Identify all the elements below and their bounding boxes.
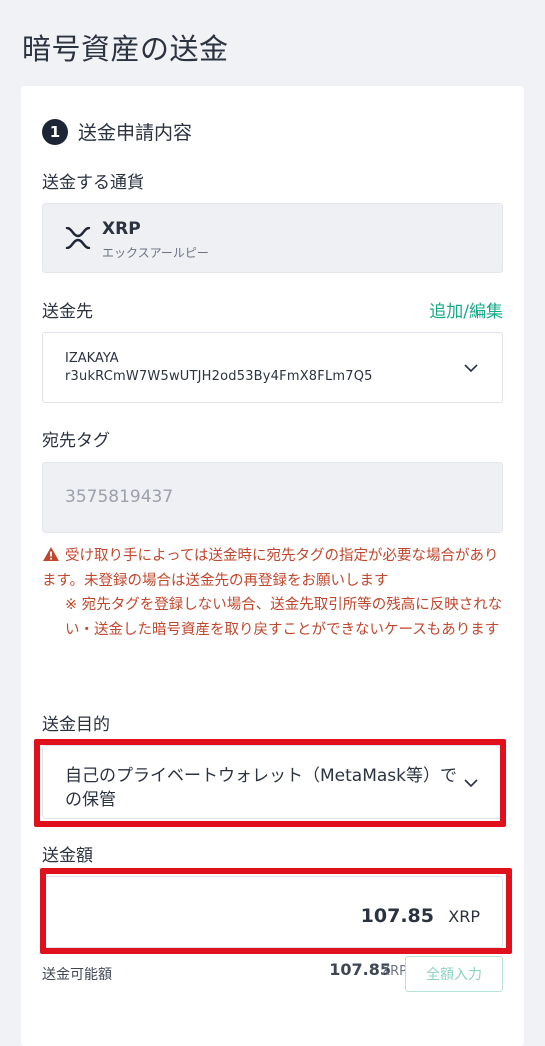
fill-all-button[interactable]: 全額入力 — [405, 956, 503, 992]
dest-tag-field: 3575819437 — [42, 462, 503, 533]
amount-label: 送金額 — [42, 846, 93, 866]
currency-label: 送金する通貨 — [42, 173, 144, 193]
xrp-icon — [65, 227, 91, 249]
available-unit: XRP — [381, 964, 407, 979]
warning-text-1: 受け取り手によっては送金時に宛先タグの指定が必要な場合があります。未登録の場合は… — [42, 548, 499, 589]
destination-address: r3ukRCmW7W5wUTJH2od53By4FmX8FLm7Q5 — [65, 369, 373, 384]
warning-line-2: ※ 宛先タグを登録しない場合、送金先取引所等の残高に反映されない・送金した暗号資… — [65, 597, 503, 638]
currency-field: XRP エックスアールピー — [42, 203, 503, 273]
destination-select[interactable]: IZAKAYA r3ukRCmW7W5wUTJH2od53By4FmX8FLm7… — [42, 332, 503, 403]
purpose-select[interactable]: 自己のプライベートウォレット（MetaMask等）での保管 — [42, 745, 503, 819]
warning-icon — [43, 547, 59, 561]
step-title: 送金申請内容 — [78, 122, 193, 144]
destination-name: IZAKAYA — [65, 351, 119, 366]
purpose-selected-value: 自己のプライベートウォレット（MetaMask等）での保管 — [65, 766, 457, 810]
step-header: 1 送金申請内容 — [42, 118, 192, 145]
amount-input[interactable]: 107.85 XRP — [42, 876, 503, 948]
available-label: 送金可能額 — [42, 967, 112, 983]
step-number-badge: 1 — [42, 118, 68, 145]
dest-tag-label: 宛先タグ — [42, 431, 110, 451]
add-edit-destination-link[interactable]: 追加/編集 — [429, 297, 503, 322]
amount-value: 107.85 — [360, 905, 434, 927]
currency-code: XRP — [102, 219, 141, 239]
warning-line-1: 受け取り手によっては送金時に宛先タグの指定が必要な場合があります。未登録の場合は… — [42, 544, 512, 593]
currency-name: エックスアールピー — [102, 246, 209, 260]
chevron-down-icon — [464, 779, 478, 788]
dest-tag-value: 3575819437 — [65, 487, 174, 507]
amount-unit: XRP — [448, 907, 480, 926]
chevron-down-icon — [464, 364, 478, 373]
destination-label: 送金先 — [42, 302, 93, 322]
dest-tag-warning: 受け取り手によっては送金時に宛先タグの指定が必要な場合があります。未登録の場合は… — [42, 544, 512, 642]
send-form-card: 1 送金申請内容 送金する通貨 XRP エックスアールピー 送金先 追加/編集 … — [21, 86, 524, 1046]
purpose-label: 送金目的 — [42, 715, 110, 735]
page-title: 暗号資産の送金 — [22, 32, 229, 66]
